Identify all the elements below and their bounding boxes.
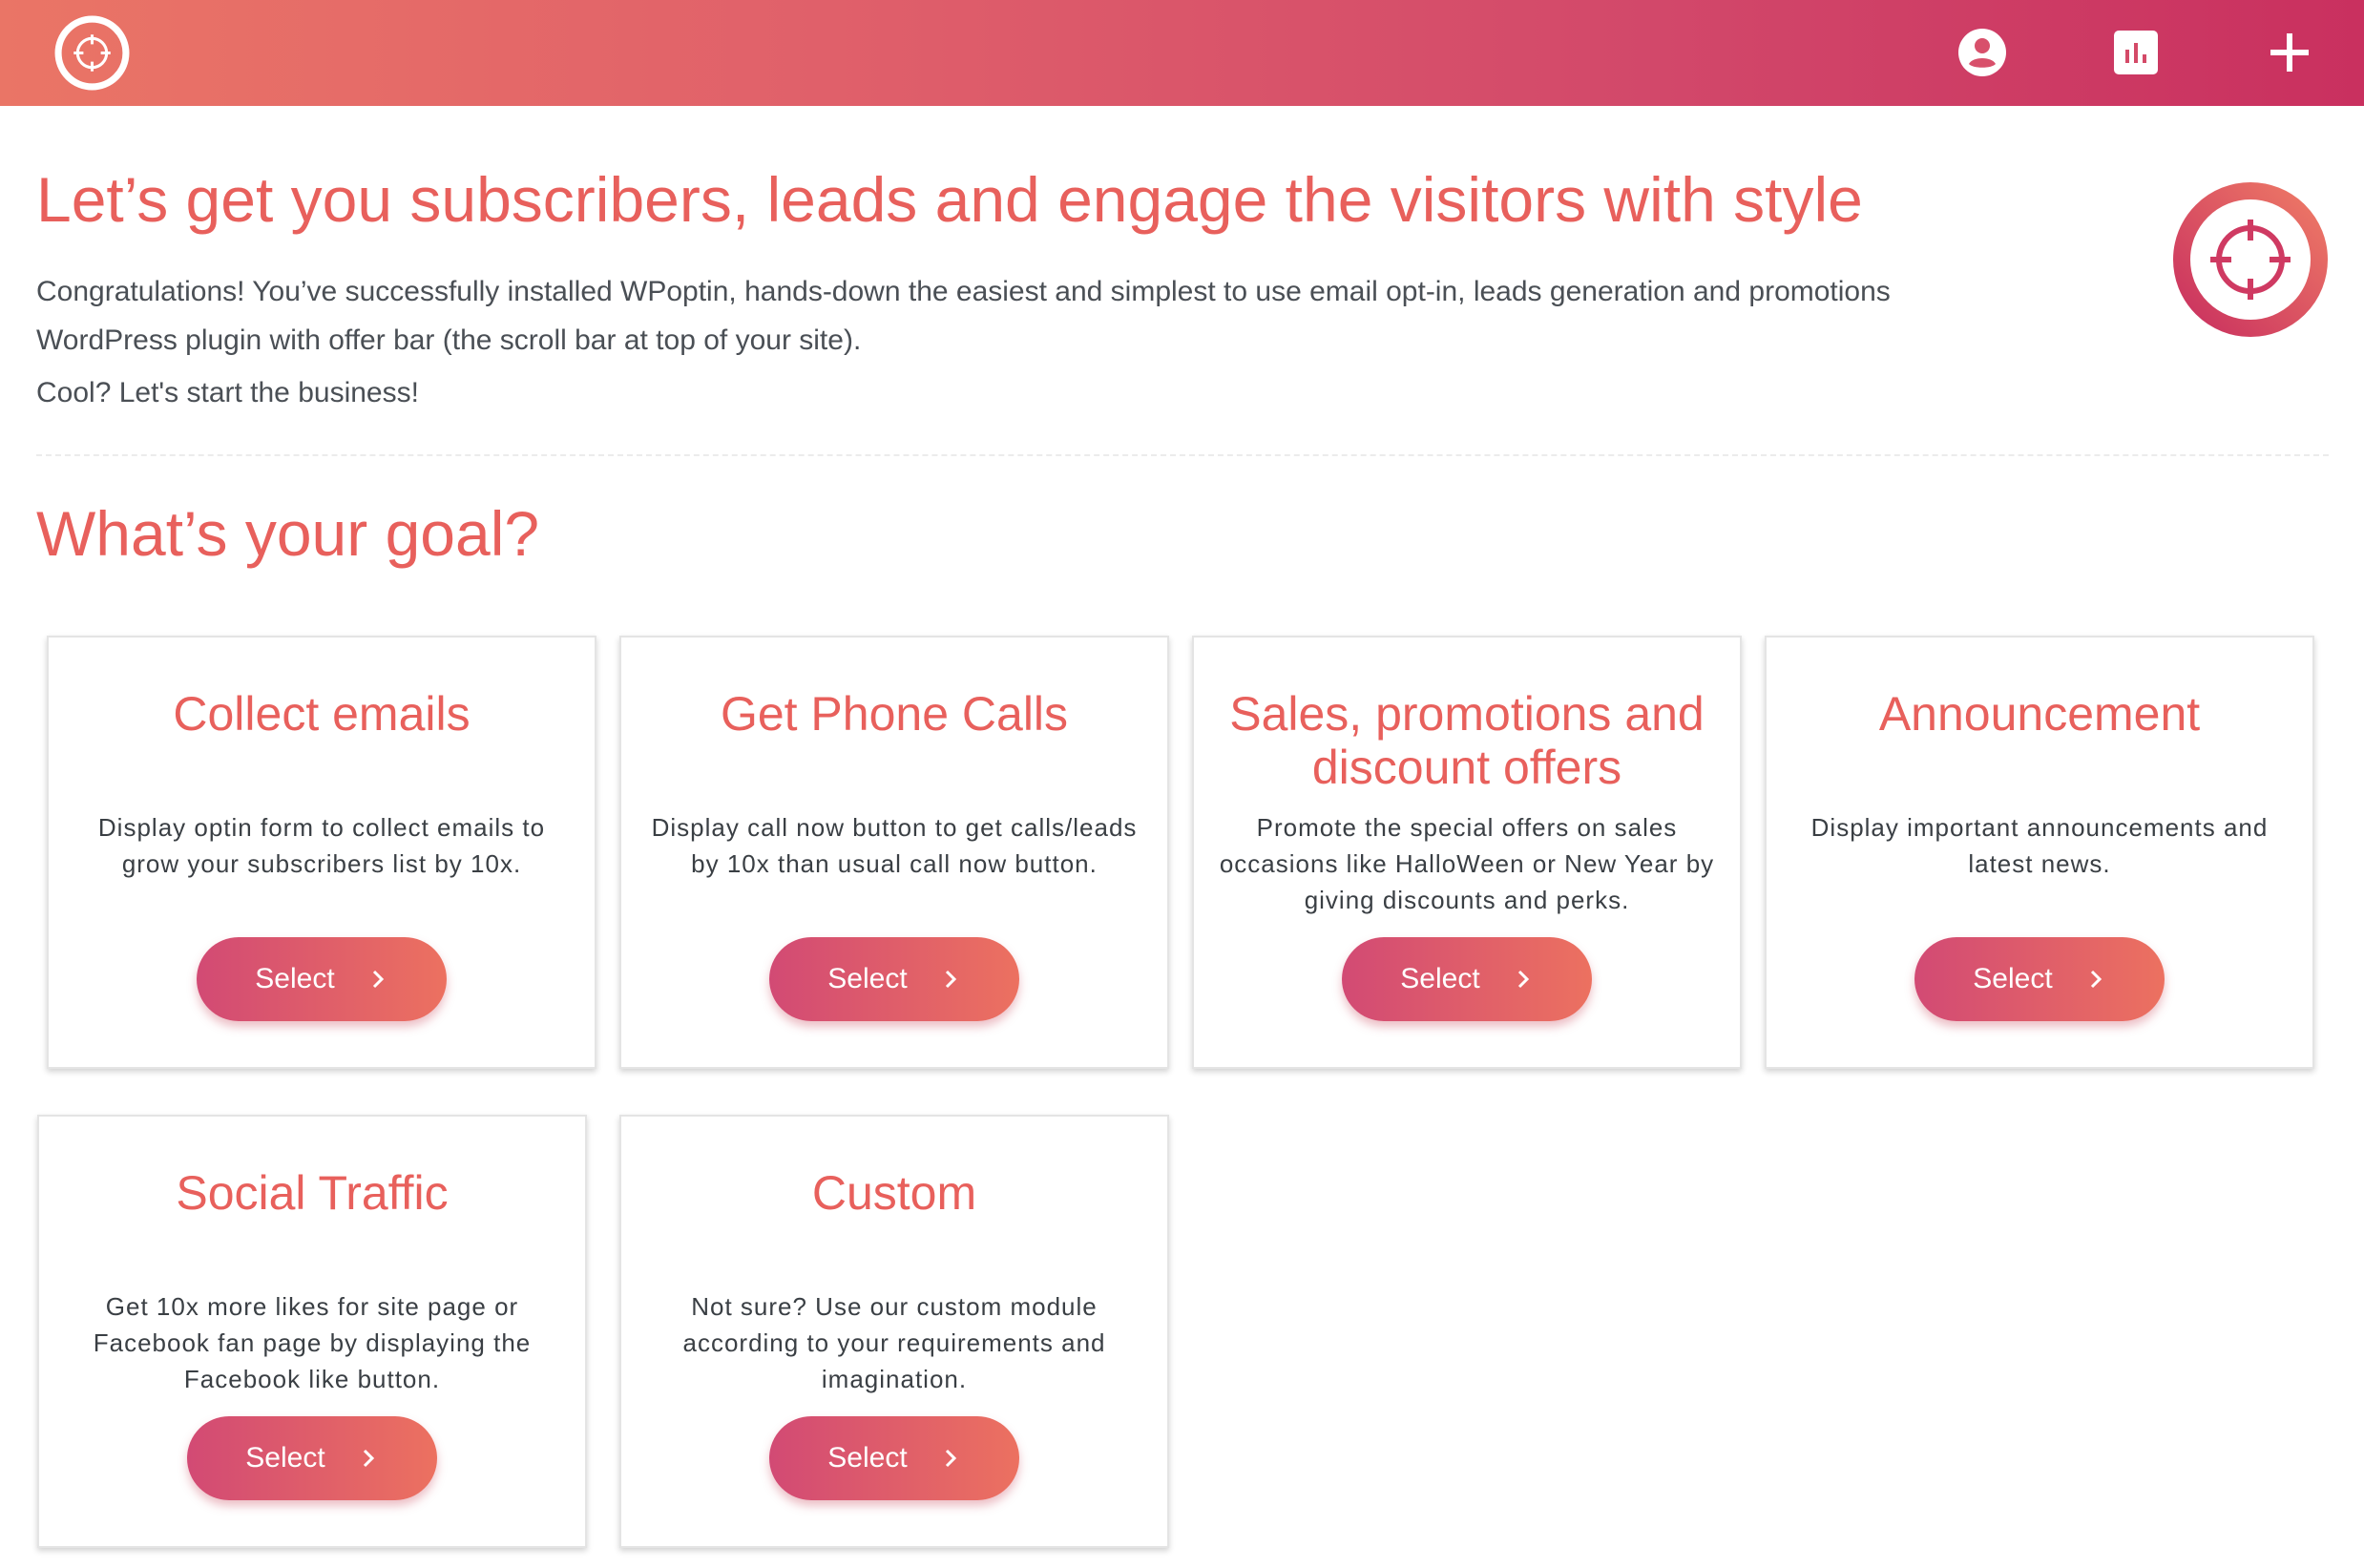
goal-card-announcement: Announcement Display important announcem… (1765, 636, 2314, 1069)
card-title: Collect emails (173, 687, 471, 741)
select-social-traffic-button[interactable]: Select (187, 1416, 437, 1500)
button-label: Select (245, 1442, 325, 1474)
chevron-right-icon (372, 970, 384, 989)
welcome-cta-text: Cool? Let's start the business! (36, 377, 419, 408)
card-title: Custom (811, 1166, 977, 1220)
button-label: Select (827, 963, 908, 994)
crosshair-badge-icon (2173, 182, 2328, 337)
card-title: Announcement (1878, 687, 2201, 741)
card-title: Sales, promotions and discount offers (1229, 687, 1705, 794)
select-collect-emails-button[interactable]: Select (197, 937, 447, 1021)
card-description: Get 10x more likes for site page or Face… (93, 1292, 532, 1393)
card-description: Promote the special offers on sales occa… (1219, 813, 1715, 914)
crosshair-logo-icon[interactable] (53, 14, 131, 92)
add-icon[interactable] (2256, 19, 2323, 86)
select-custom-button[interactable]: Select (769, 1416, 1019, 1500)
chevron-right-icon (2090, 970, 2102, 989)
chevron-right-icon (945, 1449, 956, 1468)
chevron-right-icon (1517, 970, 1529, 989)
goal-card-sales-promotions: Sales, promotions and discount offers Pr… (1192, 636, 1742, 1069)
card-description: Display optin form to collect emails to … (97, 813, 546, 878)
card-title: Get Phone Calls (720, 687, 1069, 741)
card-title: Social Traffic (176, 1166, 449, 1220)
goal-heading: What’s your goal? (36, 498, 540, 569)
card-description: Display call now button to get calls/lea… (651, 813, 1138, 878)
section-divider (36, 454, 2329, 456)
button-label: Select (1973, 963, 2053, 994)
top-bar (0, 0, 2364, 106)
goal-card-phone-calls: Get Phone Calls Display call now button … (619, 636, 1169, 1069)
account-icon[interactable] (1949, 19, 2016, 86)
button-label: Select (1400, 963, 1480, 994)
welcome-description: Congratulations! You’ve successfully ins… (36, 276, 1891, 356)
select-phone-calls-button[interactable]: Select (769, 937, 1019, 1021)
page-title: Let’s get you subscribers, leads and eng… (36, 164, 1863, 235)
chevron-right-icon (945, 970, 956, 989)
goal-card-collect-emails: Collect emails Display optin form to col… (47, 636, 596, 1069)
select-announcement-button[interactable]: Select (1914, 937, 2165, 1021)
chevron-right-icon (363, 1449, 374, 1468)
stats-icon[interactable] (2102, 19, 2169, 86)
goal-card-custom: Custom Not sure? Use our custom module a… (619, 1115, 1169, 1548)
select-sales-promotions-button[interactable]: Select (1342, 937, 1592, 1021)
card-description: Not sure? Use our custom module accordin… (682, 1292, 1106, 1393)
button-label: Select (255, 963, 335, 994)
goal-card-social-traffic: Social Traffic Get 10x more likes for si… (37, 1115, 587, 1548)
button-label: Select (827, 1442, 908, 1474)
card-description: Display important announcements and late… (1810, 813, 2269, 878)
